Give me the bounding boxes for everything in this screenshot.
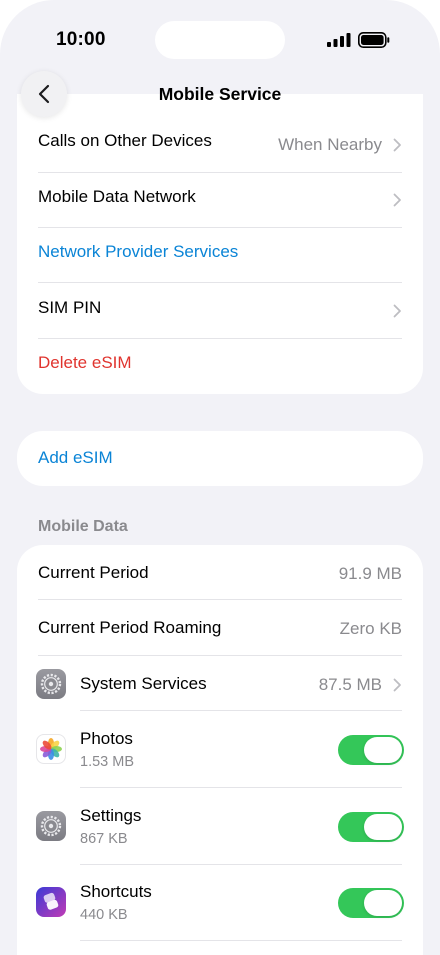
dynamic-island xyxy=(155,21,285,59)
delete-esim-button[interactable]: Delete eSIM xyxy=(38,353,423,373)
system-services-value: 87.5 MB xyxy=(318,675,382,694)
divider xyxy=(80,940,402,941)
app-usage-shortcuts: 440 KB xyxy=(80,907,128,923)
status-time: 10:00 xyxy=(56,29,106,50)
shortcuts-icon xyxy=(36,887,66,917)
toggle-photos[interactable] xyxy=(338,735,404,765)
divider xyxy=(38,172,402,173)
app-name-photos: Photos xyxy=(80,729,133,748)
divider xyxy=(80,710,402,711)
add-esim-button[interactable]: Add eSIM xyxy=(38,448,423,468)
photos-icon xyxy=(36,734,66,764)
chevron-right-icon xyxy=(393,678,401,692)
mobile-service-options-group: Calls on Other Devices When Nearby Mobil… xyxy=(17,94,423,394)
toggle-knob xyxy=(364,890,402,916)
divider xyxy=(38,599,402,600)
back-button[interactable] xyxy=(21,71,67,117)
toggle-knob xyxy=(364,814,402,840)
gear-icon xyxy=(36,811,66,841)
chevron-right-icon xyxy=(393,138,401,152)
divider xyxy=(38,227,402,228)
current-period-label: Current Period xyxy=(38,563,149,582)
divider xyxy=(80,864,402,865)
app-name-shortcuts: Shortcuts xyxy=(80,882,152,901)
battery-icon xyxy=(358,32,390,48)
back-chevron-icon xyxy=(38,84,50,104)
network-provider-services-label: Network Provider Services xyxy=(38,242,239,261)
phone-screen: 10:00 Mobile Service Calls on Other Devi… xyxy=(0,0,440,955)
mobile-data-group: Current Period 91.9 MB Current Period Ro… xyxy=(17,545,423,955)
chevron-right-icon xyxy=(393,304,401,318)
gear-icon xyxy=(36,669,66,699)
toggle-shortcuts[interactable] xyxy=(338,888,404,918)
section-header-mobile-data: Mobile Data xyxy=(38,518,128,535)
app-name-settings: Settings xyxy=(80,806,142,825)
delete-esim-label: Delete eSIM xyxy=(38,353,132,372)
sim-pin-label: SIM PIN xyxy=(38,298,102,317)
add-esim-group: Add eSIM xyxy=(17,431,423,486)
divider xyxy=(38,282,402,283)
toggle-settings[interactable] xyxy=(338,812,404,842)
divider xyxy=(38,338,402,339)
system-services-label: System Services xyxy=(80,674,207,693)
sim-pin-row[interactable]: SIM PIN xyxy=(38,298,423,318)
app-usage-photos: 1.53 MB xyxy=(80,754,134,770)
current-period-roaming-label: Current Period Roaming xyxy=(38,618,222,637)
calls-on-other-devices-label: Calls on Other Devices xyxy=(38,131,212,150)
network-provider-services-link[interactable]: Network Provider Services xyxy=(38,242,423,262)
divider xyxy=(38,655,402,656)
mobile-data-network-row[interactable]: Mobile Data Network xyxy=(38,187,423,207)
app-usage-settings: 867 KB xyxy=(80,831,128,847)
signal-icon xyxy=(327,33,351,47)
toggle-knob xyxy=(364,737,402,763)
current-period-roaming-value: Zero KB xyxy=(339,619,402,638)
add-esim-label: Add eSIM xyxy=(38,448,113,467)
calls-on-other-devices-value: When Nearby xyxy=(278,135,382,154)
current-period-value: 91.9 MB xyxy=(338,564,402,583)
mobile-data-network-label: Mobile Data Network xyxy=(38,187,196,206)
status-bar: 10:00 xyxy=(0,0,440,80)
chevron-right-icon xyxy=(393,193,401,207)
divider xyxy=(80,787,402,788)
